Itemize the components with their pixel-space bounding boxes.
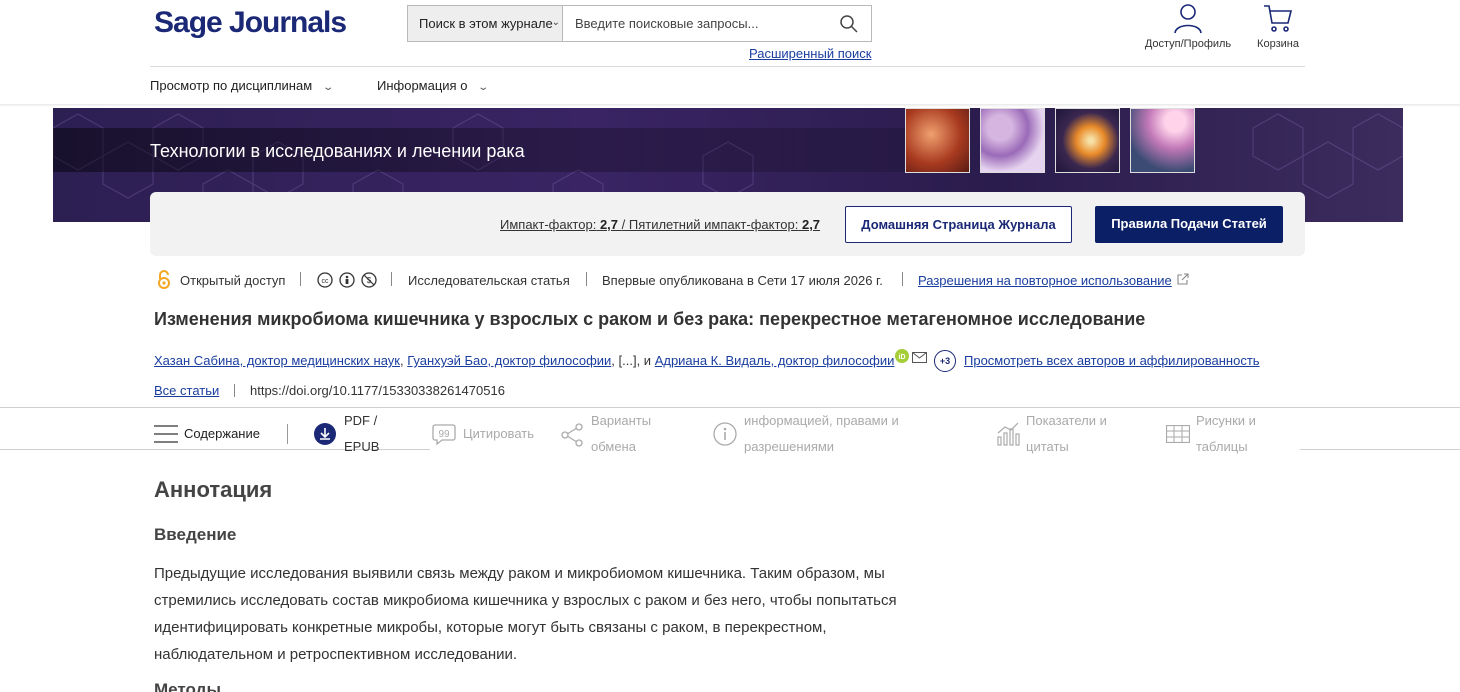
nav-browse-disciplines[interactable]: Просмотр по дисциплинам ⌄	[150, 78, 335, 93]
article-type: Исследовательская статья	[408, 273, 570, 288]
advanced-search-link[interactable]: Расширенный поиск	[749, 46, 871, 61]
cart-label: Корзина	[1257, 38, 1299, 50]
mail-icon[interactable]	[912, 352, 927, 363]
external-link-icon	[1177, 273, 1189, 285]
author-link[interactable]: Хазан Сабина, доктор медицинских наук	[154, 353, 400, 368]
header-divider	[150, 66, 1305, 67]
sage-journals-logo[interactable]: Sage Journals	[154, 6, 347, 40]
share-icon	[561, 423, 583, 447]
user-icon	[1174, 4, 1202, 34]
author-list: Хазан Сабина, доктор медицинских наук, Г…	[154, 353, 894, 368]
cart-button[interactable]: Корзина	[1233, 2, 1323, 50]
search-scope-select[interactable]: Поиск в этом журнале ⌄	[408, 6, 563, 41]
impact-factor-link[interactable]: Импакт-фактор: 2,7 / Пятилетний импакт-ф…	[500, 217, 820, 232]
search-input[interactable]	[564, 6, 826, 41]
share-options-button[interactable]: Варианты обмена	[591, 408, 671, 460]
nav-shadow	[0, 104, 1460, 107]
quote-icon: 99	[432, 424, 456, 445]
menu-icon	[154, 425, 178, 443]
introduction-heading: Введение	[154, 525, 237, 544]
banner-image-dna	[905, 108, 970, 173]
introduction-text: Предыдущие исследования выявили связь ме…	[154, 565, 897, 663]
chevron-down-icon: ⌄	[322, 82, 335, 93]
chevron-down-icon: ⌄	[551, 17, 560, 28]
toolbar-bottom-border	[1300, 449, 1460, 450]
metrics-citations-button[interactable]: Показатели и цитаты	[1026, 408, 1126, 460]
nav-about[interactable]: Информация о ⌄	[377, 78, 490, 93]
impact-label: Импакт-фактор:	[500, 217, 597, 232]
meta-separator	[391, 272, 392, 286]
access-profile-button[interactable]: Доступ/Профиль	[1143, 2, 1233, 50]
banner-image-cells	[980, 108, 1045, 173]
doi-separator	[234, 384, 235, 397]
cart-icon	[1264, 5, 1293, 32]
doi-link[interactable]: https://doi.org/10.1177/1533033826147051…	[250, 383, 505, 398]
banner-image-target	[1055, 108, 1120, 173]
all-authors-link[interactable]: Просмотреть всех авторов и аффилированно…	[964, 353, 1260, 368]
author-link[interactable]: Гуанхуэй Бао, доктор философии	[407, 353, 611, 368]
authors-ellipsis: , [...], и	[611, 353, 655, 368]
nav-browse-label: Просмотр по дисциплинам	[150, 78, 313, 93]
meta-separator	[586, 272, 587, 286]
journal-home-button[interactable]: Домашняя Страница Журнала	[845, 206, 1072, 243]
methods-heading: Методы	[154, 680, 221, 692]
figures-tables-button[interactable]: Рисунки и таблицы	[1196, 408, 1276, 460]
impact-factor-box: Импакт-фактор: 2,7 / Пятилетний импакт-ф…	[150, 192, 1305, 256]
meta-separator	[902, 272, 903, 286]
abstract-heading: Аннотация	[154, 477, 273, 502]
creative-commons-icon[interactable]: cc $	[317, 272, 379, 288]
search-bar: Поиск в этом журнале ⌄	[407, 5, 872, 42]
svg-text:cc: cc	[322, 278, 330, 285]
cite-button[interactable]: Цитировать	[463, 421, 534, 447]
reuse-permissions-link[interactable]: Разрешения на повторное использование	[918, 273, 1172, 288]
chevron-down-icon: ⌄	[477, 82, 490, 93]
pdf-epub-button[interactable]: PDF / EPUB	[344, 408, 404, 460]
search-icon[interactable]	[839, 14, 859, 34]
publication-date: Впервые опубликована в Сети 17 июля 2026…	[602, 273, 883, 288]
journal-title[interactable]: Технологии в исследованиях и лечении рак…	[150, 141, 525, 162]
nav-about-label: Информация о	[377, 78, 468, 93]
meta-separator	[300, 272, 301, 286]
info-icon	[713, 422, 737, 446]
svg-text:iD: iD	[899, 354, 906, 361]
access-profile-label: Доступ/Профиль	[1144, 38, 1232, 50]
all-articles-link[interactable]: Все статьи	[154, 383, 219, 398]
five-year-value: 2,7	[801, 217, 821, 232]
more-authors-badge[interactable]: +3	[934, 350, 956, 372]
banner-image-patient	[1130, 108, 1195, 173]
table-of-contents-button[interactable]: Содержание	[184, 421, 260, 447]
toolbar-separator	[287, 424, 288, 444]
open-access-icon	[158, 270, 170, 289]
metrics-icon	[997, 422, 1020, 446]
submission-guidelines-button[interactable]: Правила Подачи Статей	[1095, 206, 1283, 243]
svg-text:99: 99	[438, 429, 450, 440]
open-access-label: Открытый доступ	[180, 273, 286, 288]
information-rights-button[interactable]: информацией, правами и разрешениями	[744, 408, 944, 460]
table-icon	[1166, 425, 1190, 443]
five-year-label: / Пятилетний импакт-фактор:	[621, 217, 799, 232]
search-scope-label: Поиск в этом журнале	[419, 16, 553, 31]
orcid-icon[interactable]: iD	[895, 349, 909, 363]
author-link[interactable]: Адриана К. Видаль, доктор философии	[655, 353, 895, 368]
download-icon	[314, 423, 336, 445]
impact-value: 2,7	[599, 217, 619, 232]
article-title: Изменения микробиома кишечника у взрослы…	[154, 309, 1146, 329]
